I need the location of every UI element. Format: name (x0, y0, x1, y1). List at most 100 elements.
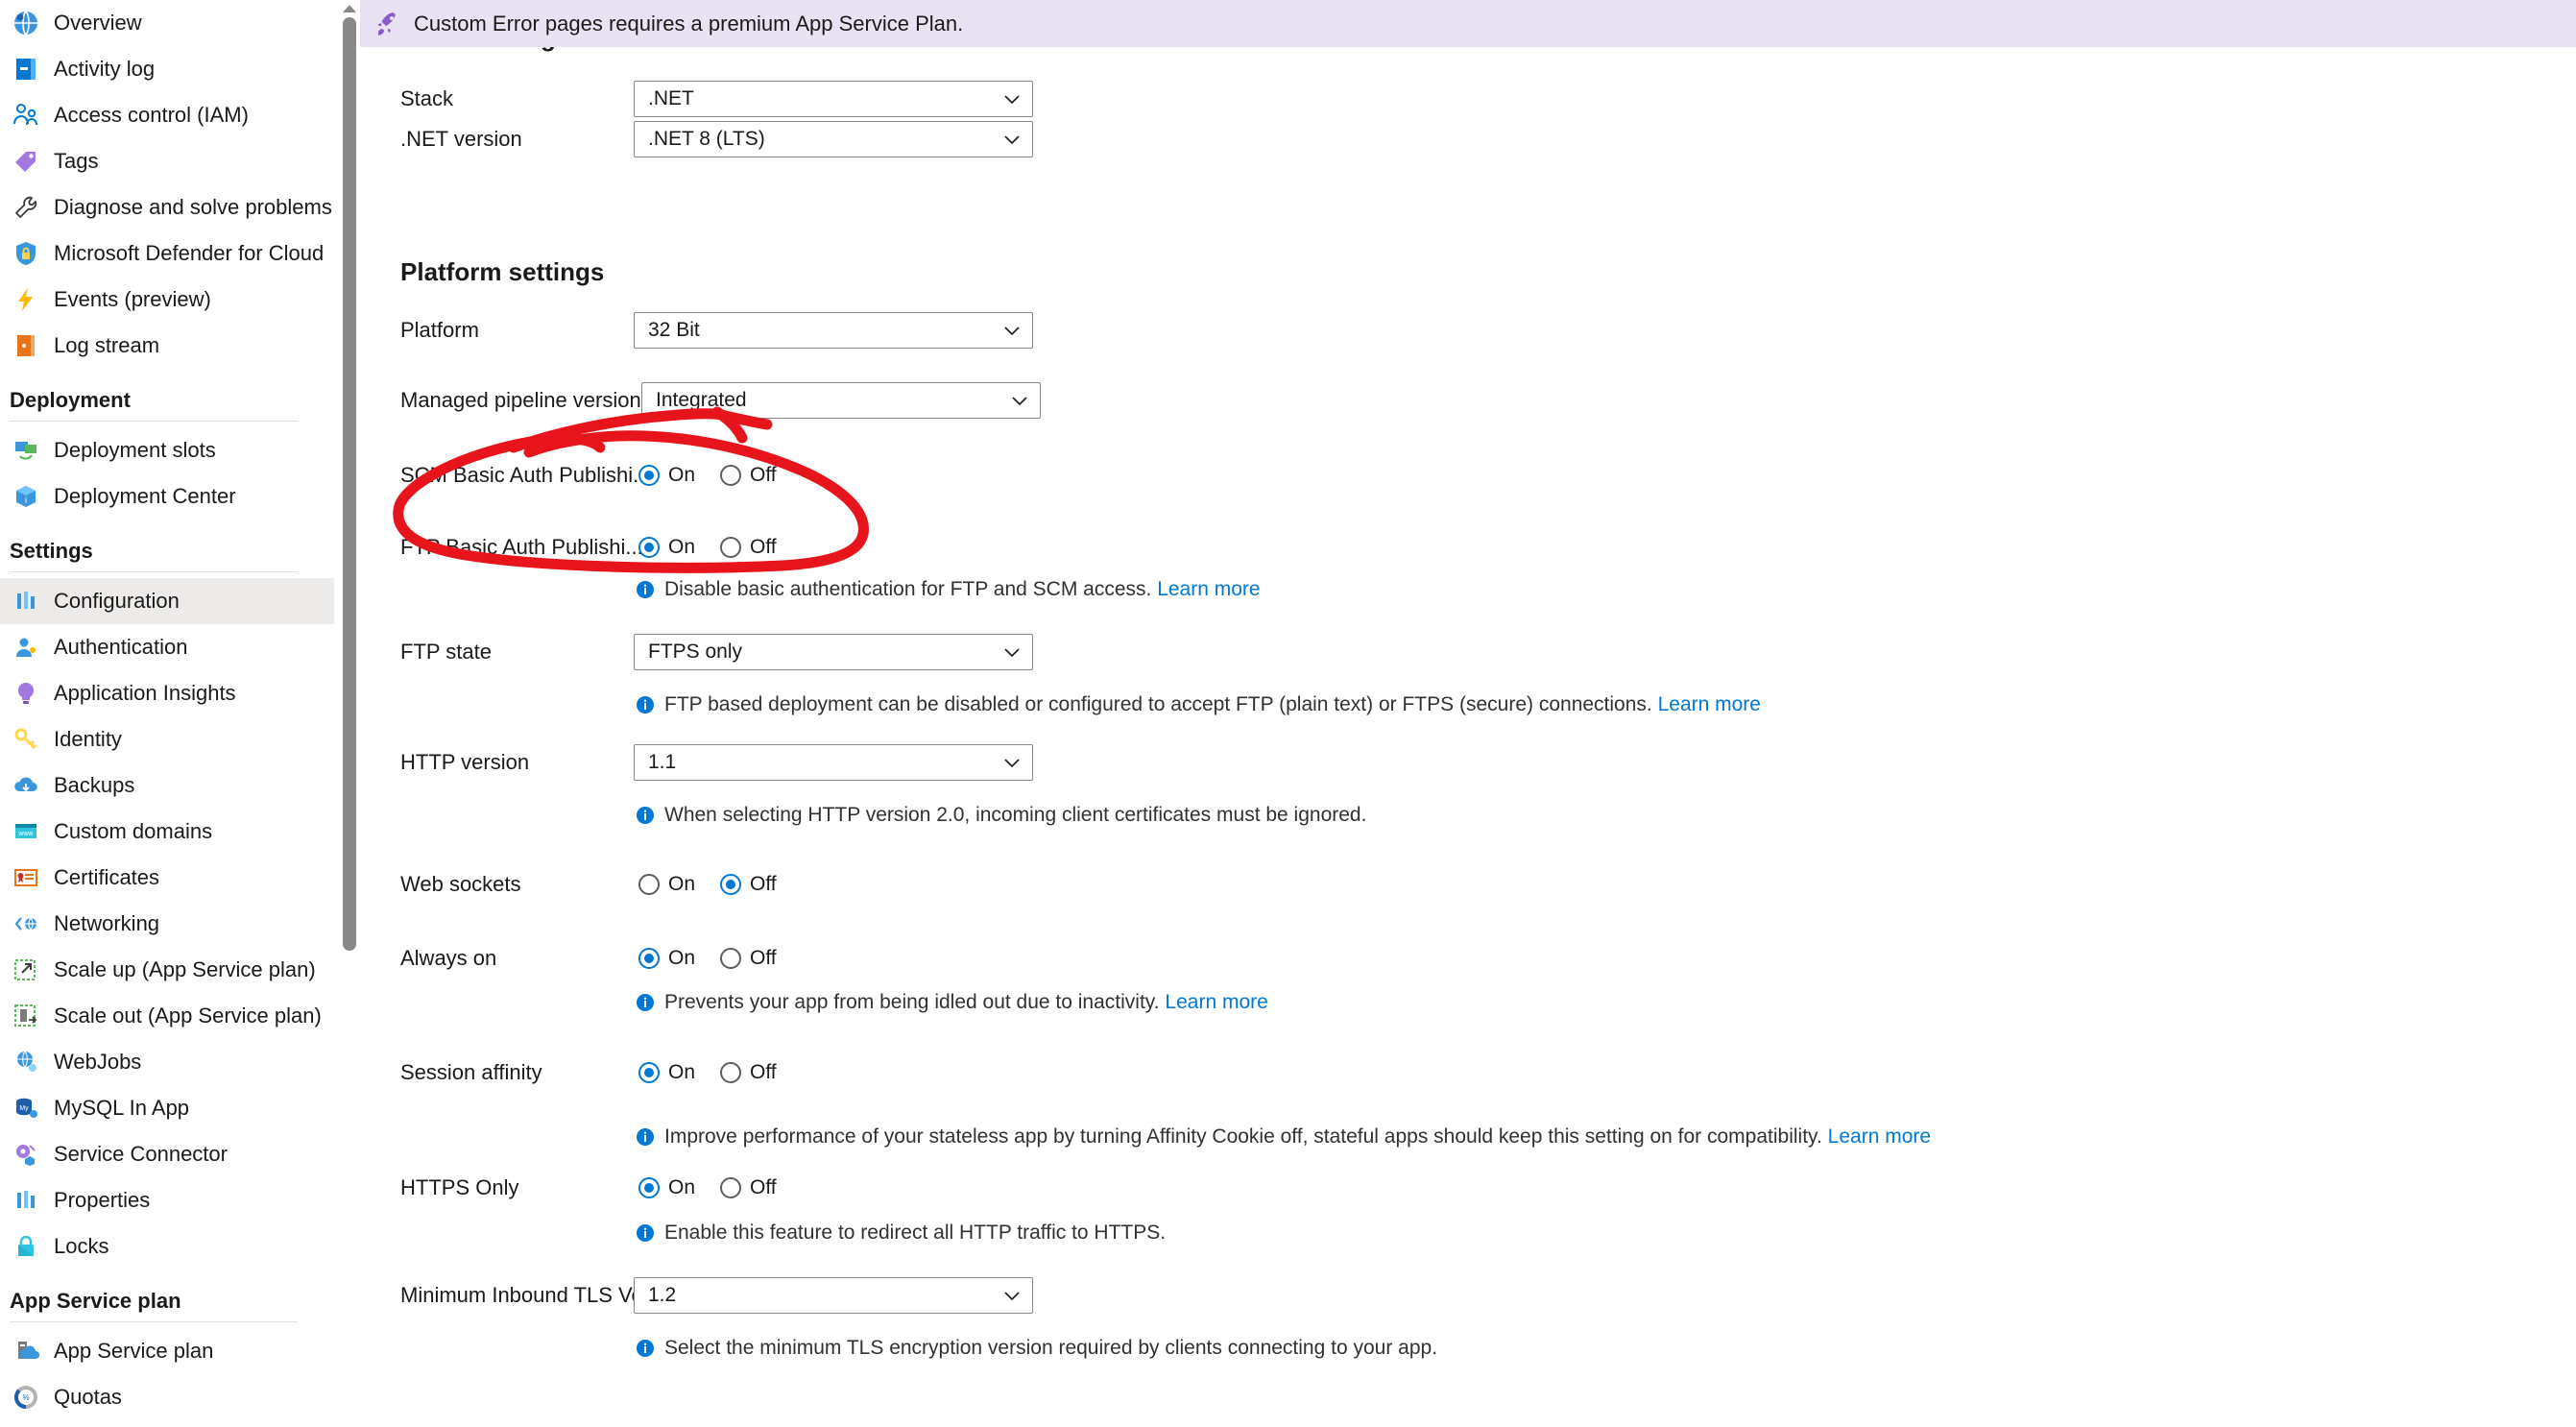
ftp-basic-auth-radio-group[interactable]: On Off (638, 536, 777, 559)
quotas-icon: % (10, 1381, 42, 1414)
sidebar-item-service-connector[interactable]: Service Connector (0, 1131, 334, 1177)
learn-more-link[interactable]: Learn more (1658, 693, 1761, 716)
sidebar-item-application-insights[interactable]: Application Insights (0, 670, 334, 716)
always-on-on-option[interactable]: On (638, 947, 695, 970)
sidebar-item-tags[interactable]: Tags (0, 138, 334, 184)
ftp-basic-auth-off-option[interactable]: Off (720, 536, 777, 559)
radio-selected-icon (638, 1062, 660, 1083)
http-version-info-text: When selecting HTTP version 2.0, incomin… (664, 804, 1367, 826)
platform-settings-heading: Platform settings (400, 257, 605, 286)
session-affinity-radio-group[interactable]: On Off (638, 1061, 777, 1084)
sidebar-item-label: Access control (IAM) (54, 103, 249, 127)
session-affinity-off-option[interactable]: Off (720, 1061, 777, 1084)
banner-message: Custom Error pages requires a premium Ap… (414, 11, 964, 36)
deployment-center-icon: i (10, 480, 42, 513)
scm-basic-auth-on-option[interactable]: On (638, 464, 695, 487)
sidebar-item-authentication[interactable]: Authentication (0, 624, 334, 670)
platform-row: Platform 32 Bit (360, 312, 2576, 349)
sidebar-item-scale-out[interactable]: Scale out (App Service plan) (0, 993, 334, 1039)
https-only-radio-group[interactable]: On Off (638, 1176, 777, 1199)
dotnet-version-dropdown[interactable]: .NET 8 (LTS) (634, 121, 1033, 157)
sidebar-item-locks[interactable]: Locks (0, 1223, 334, 1270)
sidebar-item-label: Properties (54, 1188, 151, 1212)
web-sockets-on-option[interactable]: On (638, 873, 695, 896)
radio-label: On (668, 1176, 696, 1198)
sidebar-item-deployment-slots[interactable]: Deployment slots (0, 427, 334, 473)
sidebar-item-label: Scale up (App Service plan) (54, 957, 316, 981)
ftp-basic-auth-info-text: Disable basic authentication for FTP and… (664, 578, 1152, 600)
always-on-radio-group-wrap: On Off (638, 947, 777, 970)
sidebar-item-events[interactable]: Events (preview) (0, 277, 334, 323)
stack-row: Stack .NET (360, 81, 2576, 117)
sidebar-item-quotas[interactable]: % Quotas (0, 1374, 334, 1420)
learn-more-link[interactable]: Learn more (1165, 991, 1267, 1014)
sidebar-item-scale-up[interactable]: Scale up (App Service plan) (0, 947, 334, 993)
stack-dropdown[interactable]: .NET (634, 81, 1033, 117)
web-sockets-off-option[interactable]: Off (720, 873, 777, 896)
scm-basic-auth-radio-group[interactable]: On Off (638, 464, 777, 487)
divider (10, 1321, 298, 1322)
radio-selected-icon (638, 1177, 660, 1198)
minimum-inbound-tls-version-row: Minimum Inbound TLS Versi... 1.2 (360, 1277, 2576, 1314)
sidebar-scrollbar[interactable] (340, 0, 358, 1427)
always-on-radio-group[interactable]: On Off (638, 947, 777, 970)
http-version-dropdown-wrap: 1.1 (634, 744, 1033, 781)
ftp-basic-auth-info: Disable basic authentication for FTP and… (636, 578, 1261, 601)
info-icon (636, 993, 655, 1012)
lightning-icon (10, 283, 42, 316)
sidebar-item-backups[interactable]: Backups (0, 762, 334, 809)
sidebar-item-webjobs[interactable]: WebJobs (0, 1039, 334, 1085)
learn-more-link[interactable]: Learn more (1157, 578, 1260, 601)
sidebar-item-label: Certificates (54, 865, 160, 889)
sidebar-item-app-service-plan[interactable]: App Service plan (0, 1328, 334, 1374)
sidebar-item-deployment-center[interactable]: i Deployment Center (0, 473, 334, 520)
info-icon (636, 1127, 655, 1147)
session-affinity-info: Improve performance of your stateless ap… (636, 1125, 1931, 1149)
sidebar-item-activity-log[interactable]: Activity log (0, 46, 334, 92)
sidebar-item-access-control[interactable]: Access control (IAM) (0, 92, 334, 138)
left-navigation-panel[interactable]: Overview Activity log Access control (IA… (0, 0, 334, 1427)
activity-log-icon (10, 53, 42, 85)
platform-dropdown-value: 32 Bit (648, 319, 700, 341)
sidebar-item-identity[interactable]: Identity (0, 716, 334, 762)
scroll-up-arrow-icon[interactable] (340, 2, 358, 15)
web-sockets-radio-group[interactable]: On Off (638, 873, 777, 896)
ftp-basic-auth-on-option[interactable]: On (638, 536, 695, 559)
platform-dropdown[interactable]: 32 Bit (634, 312, 1033, 349)
ftp-state-info-text: FTP based deployment can be disabled or … (664, 693, 1652, 715)
chevron-down-icon (1001, 1285, 1023, 1306)
radio-label: Off (750, 1176, 777, 1198)
https-only-on-option[interactable]: On (638, 1176, 695, 1199)
minimum-inbound-tls-version-dropdown[interactable]: 1.2 (634, 1277, 1033, 1314)
ftp-state-label: FTP state (400, 640, 492, 664)
https-only-off-option[interactable]: Off (720, 1176, 777, 1199)
sidebar-item-overview[interactable]: Overview (0, 0, 334, 46)
managed-pipeline-dropdown-wrap: Integrated (641, 382, 1041, 419)
wrench-icon (10, 191, 42, 224)
http-version-dropdown[interactable]: 1.1 (634, 744, 1033, 781)
sidebar-item-label: Configuration (54, 589, 180, 613)
sidebar-item-certificates[interactable]: Certificates (0, 855, 334, 901)
scrollbar-thumb[interactable] (343, 17, 356, 951)
svg-text:My: My (19, 1105, 29, 1112)
stack-dropdown-wrap: .NET (634, 81, 1033, 117)
scm-basic-auth-off-option[interactable]: Off (720, 464, 777, 487)
sidebar-item-networking[interactable]: Networking (0, 901, 334, 947)
radio-unselected-icon (720, 465, 742, 486)
always-on-off-option[interactable]: Off (720, 947, 777, 970)
managed-pipeline-version-dropdown[interactable]: Integrated (641, 382, 1041, 419)
sidebar-item-custom-domains[interactable]: www Custom domains (0, 809, 334, 855)
always-on-label: Always on (400, 946, 497, 970)
sidebar-item-properties[interactable]: Properties (0, 1177, 334, 1223)
session-affinity-on-option[interactable]: On (638, 1061, 695, 1084)
radio-selected-icon (638, 948, 660, 969)
sidebar-item-log-stream[interactable]: Log stream (0, 323, 334, 369)
log-stream-icon (10, 329, 42, 362)
always-on-info-text: Prevents your app from being idled out d… (664, 991, 1160, 1013)
ftp-state-dropdown[interactable]: FTPS only (634, 634, 1033, 670)
learn-more-link[interactable]: Learn more (1828, 1125, 1931, 1149)
sidebar-item-mysql-in-app[interactable]: My MySQL In App (0, 1085, 334, 1131)
sidebar-item-configuration[interactable]: Configuration (0, 578, 334, 624)
sidebar-item-defender-for-cloud[interactable]: Microsoft Defender for Cloud (0, 230, 334, 277)
sidebar-item-diagnose[interactable]: Diagnose and solve problems (0, 184, 334, 230)
